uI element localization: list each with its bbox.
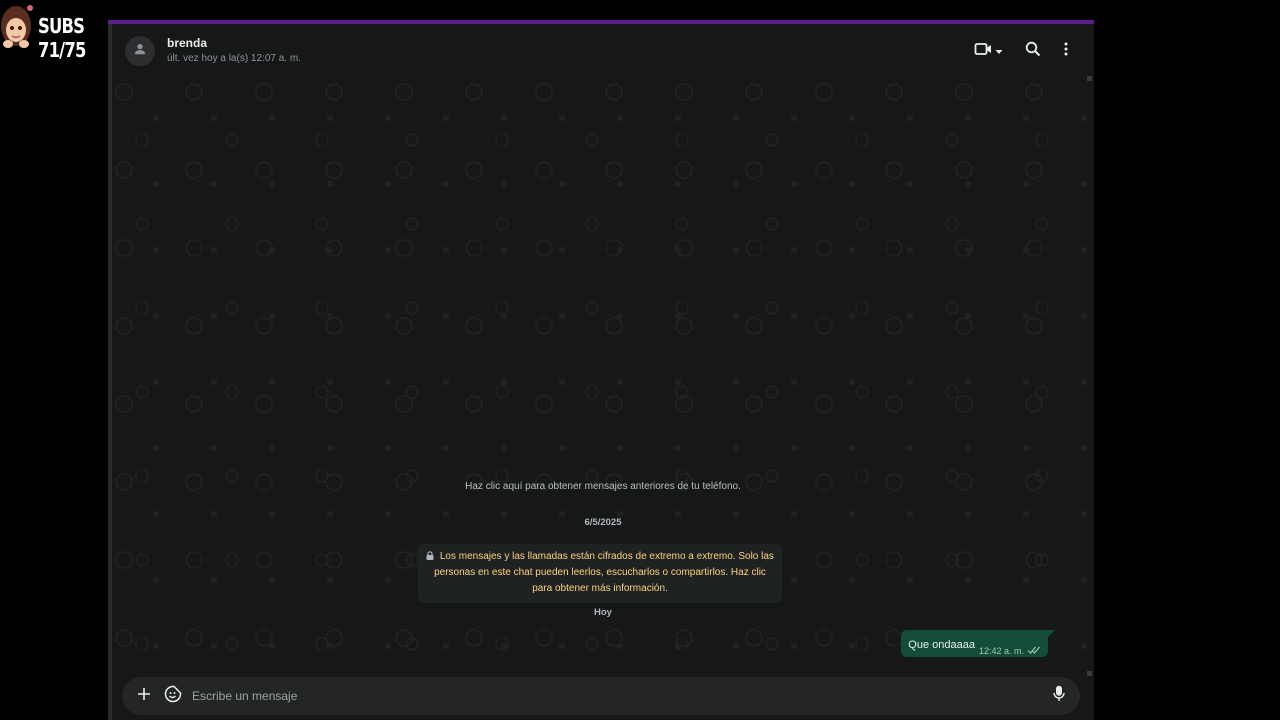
video-call-button[interactable]	[970, 38, 1006, 64]
video-call-icon	[974, 42, 992, 61]
sticker-icon	[164, 685, 182, 708]
plus-icon	[137, 687, 151, 706]
streamer-avatar-icon	[0, 0, 36, 54]
message-text: Que ondaaaa	[908, 639, 975, 651]
message-time: 12:42 a. m.	[978, 646, 1024, 656]
message-meta: 12:42 a. m.	[979, 646, 1040, 656]
stream-overlay: SUBS 71/75	[0, 0, 150, 62]
voice-message-button[interactable]	[1046, 683, 1072, 709]
load-older-messages-link[interactable]: Haz clic aquí para obtener mensajes ante…	[465, 481, 741, 492]
message-composer	[122, 677, 1080, 715]
chat-header[interactable]: brenda últ. vez hoy a la(s) 12:07 a. m.	[112, 24, 1094, 81]
header-actions	[970, 38, 1076, 64]
encryption-notice[interactable]: Los mensajes y las llamadas están cifrad…	[418, 544, 782, 603]
last-seen-status: últ. vez hoy a la(s) 12:07 a. m.	[167, 53, 301, 64]
chevron-down-icon	[995, 42, 1003, 60]
search-icon	[1025, 41, 1041, 62]
contact-info[interactable]: brenda últ. vez hoy a la(s) 12:07 a. m.	[167, 36, 301, 66]
whatsapp-chat-window: brenda últ. vez hoy a la(s) 12:07 a. m.	[108, 24, 1094, 720]
message-input[interactable]	[190, 688, 1046, 704]
scrollbar-bottom-marker[interactable]	[1087, 671, 1092, 676]
contact-name: brenda	[167, 36, 208, 50]
date-separator: 6/5/2025	[584, 517, 622, 528]
menu-button[interactable]	[1056, 38, 1076, 64]
mic-icon	[1053, 685, 1065, 707]
attach-button[interactable]	[131, 683, 157, 709]
encryption-notice-text: Los mensajes y las llamadas están cifrad…	[434, 551, 774, 594]
lock-icon	[426, 551, 440, 562]
emoji-sticker-button[interactable]	[160, 683, 186, 709]
search-button[interactable]	[1020, 38, 1046, 64]
outgoing-message[interactable]: Que ondaaaa 12:42 a. m.	[901, 630, 1055, 657]
subs-counter: SUBS 71/75	[38, 14, 86, 62]
double-check-icon	[1024, 646, 1040, 656]
chat-messages-area[interactable]: Haz clic aquí para obtener mensajes ante…	[112, 78, 1094, 674]
scrollbar-top-marker[interactable]	[1087, 76, 1092, 81]
today-separator: Hoy	[594, 607, 612, 618]
more-vertical-icon	[1064, 42, 1068, 61]
